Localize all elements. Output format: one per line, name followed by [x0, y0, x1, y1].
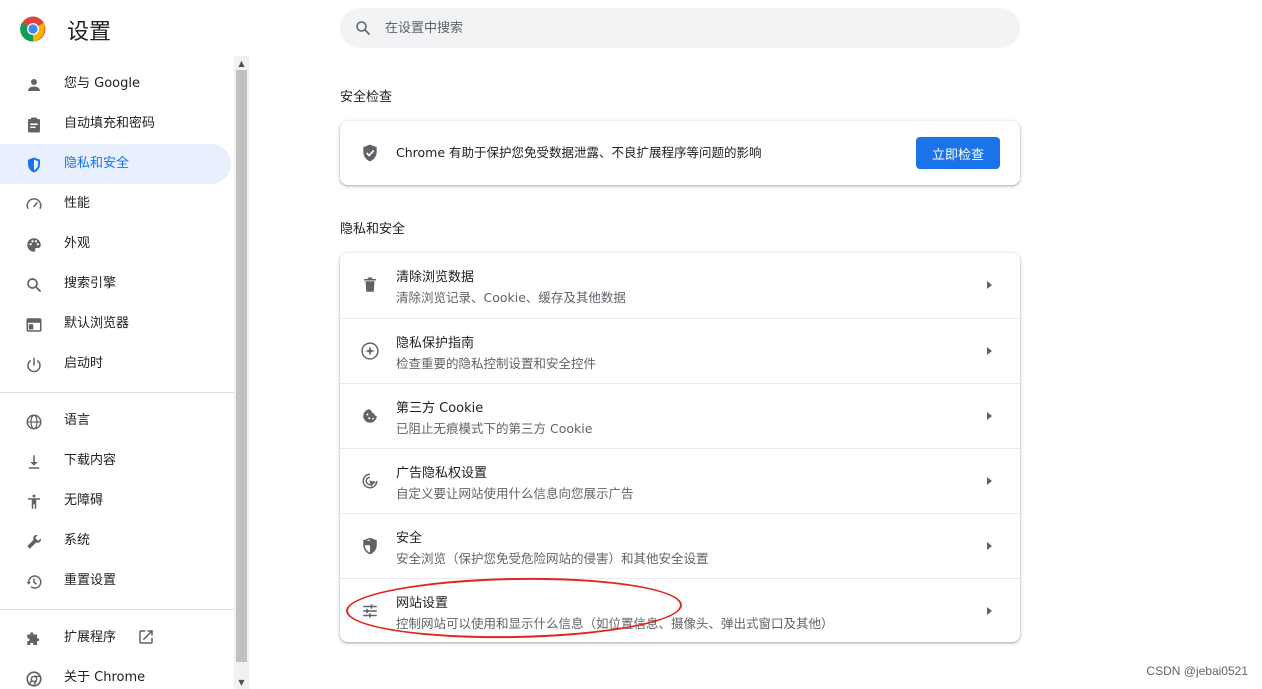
- row-third-party-cookies[interactable]: 第三方 Cookie 已阻止无痕模式下的第三方 Cookie: [340, 383, 1020, 448]
- row-title: 清除浏览数据: [396, 270, 475, 285]
- row-subtitle: 安全浏览（保护您免受危险网站的侵害）和其他安全设置: [396, 551, 709, 566]
- privacy-card: 清除浏览数据 清除浏览记录、Cookie、缓存及其他数据 隐私保护指南 检查重要…: [340, 253, 1020, 642]
- sidebar-item-system[interactable]: 系统: [0, 521, 231, 561]
- row-subtitle: 已阻止无痕模式下的第三方 Cookie: [396, 421, 593, 436]
- sidebar-item-label: 扩展程序: [64, 630, 117, 645]
- chevron-right-icon: [987, 281, 992, 289]
- scroll-thumb[interactable]: [236, 70, 247, 662]
- clipboard-icon: [24, 115, 44, 135]
- row-title: 安全: [396, 531, 423, 546]
- sidebar-item-label: 性能: [64, 196, 91, 211]
- chevron-right-icon: [987, 347, 992, 355]
- compass-icon: [360, 341, 380, 361]
- sidebar-scrollbar[interactable]: ▲ ▼: [234, 56, 249, 689]
- chevron-right-icon: [987, 477, 992, 485]
- cookie-icon: [360, 406, 380, 426]
- wrench-icon: [24, 532, 44, 552]
- scroll-up-arrow-icon[interactable]: ▲: [234, 56, 249, 70]
- safety-check-text: Chrome 有助于保护您免受数据泄露、不良扩展程序等问题的影响: [396, 145, 762, 160]
- sidebar-item-on-startup[interactable]: 启动时: [0, 344, 231, 384]
- row-ad-privacy[interactable]: 广告隐私权设置 自定义要让网站使用什么信息向您展示广告: [340, 448, 1020, 513]
- scroll-down-arrow-icon[interactable]: ▼: [234, 675, 249, 689]
- ad-privacy-icon: [360, 471, 380, 491]
- sidebar-item-privacy[interactable]: 隐私和安全: [0, 144, 231, 184]
- sidebar-item-extensions[interactable]: 扩展程序: [0, 618, 231, 658]
- security-shield-icon: [360, 536, 380, 556]
- row-subtitle: 清除浏览记录、Cookie、缓存及其他数据: [396, 290, 626, 305]
- accessibility-icon: [24, 492, 44, 512]
- sidebar: 您与 Google 自动填充和密码 隐私和安全 性能 外观 搜索引擎 默认浏览器…: [0, 60, 234, 689]
- sidebar-item-label: 您与 Google: [64, 76, 140, 91]
- sidebar-item-label: 隐私和安全: [64, 156, 130, 171]
- sidebar-item-label: 语言: [64, 413, 91, 428]
- sidebar-item-performance[interactable]: 性能: [0, 184, 231, 224]
- browser-icon: [24, 315, 44, 335]
- sidebar-item-autofill[interactable]: 自动填充和密码: [0, 104, 231, 144]
- sidebar-item-reset[interactable]: 重置设置: [0, 561, 231, 601]
- row-security[interactable]: 安全 安全浏览（保护您免受危险网站的侵害）和其他安全设置: [340, 513, 1020, 578]
- palette-icon: [24, 235, 44, 255]
- row-title: 网站设置: [396, 596, 449, 611]
- sidebar-item-you-and-google[interactable]: 您与 Google: [0, 64, 231, 104]
- safety-check-heading: 安全检查: [340, 90, 393, 105]
- sidebar-item-default-browser[interactable]: 默认浏览器: [0, 304, 231, 344]
- sidebar-divider: [0, 609, 234, 610]
- sidebar-item-accessibility[interactable]: 无障碍: [0, 481, 231, 521]
- row-subtitle: 控制网站可以使用和显示什么信息（如位置信息、摄像头、弹出式窗口及其他）: [396, 616, 834, 631]
- row-privacy-guide[interactable]: 隐私保护指南 检查重要的隐私控制设置和安全控件: [340, 318, 1020, 383]
- shield-icon: [24, 155, 44, 175]
- sidebar-item-label: 重置设置: [64, 573, 117, 588]
- restore-icon: [24, 572, 44, 592]
- chrome-logo-icon: [20, 16, 46, 42]
- sidebar-item-label: 默认浏览器: [64, 316, 130, 331]
- search-input[interactable]: [385, 8, 985, 48]
- row-subtitle: 自定义要让网站使用什么信息向您展示广告: [396, 486, 634, 501]
- sidebar-item-label: 外观: [64, 236, 91, 251]
- search-icon: [356, 21, 370, 35]
- puzzle-icon: [24, 629, 44, 649]
- power-icon: [24, 355, 44, 375]
- sidebar-item-search-engine[interactable]: 搜索引擎: [0, 264, 231, 304]
- sidebar-item-label: 自动填充和密码: [64, 116, 156, 131]
- chevron-right-icon: [987, 542, 992, 550]
- page-title: 设置: [67, 20, 112, 45]
- tune-icon: [360, 601, 380, 621]
- sidebar-item-downloads[interactable]: 下载内容: [0, 441, 231, 481]
- privacy-heading: 隐私和安全: [340, 222, 406, 237]
- sidebar-item-languages[interactable]: 语言: [0, 401, 231, 441]
- download-icon: [24, 452, 44, 472]
- sidebar-item-appearance[interactable]: 外观: [0, 224, 231, 264]
- chevron-right-icon: [987, 607, 992, 615]
- chrome-icon: [24, 669, 44, 689]
- sidebar-item-label: 无障碍: [64, 493, 104, 508]
- chevron-right-icon: [987, 412, 992, 420]
- search-icon: [24, 275, 44, 295]
- sidebar-item-label: 下载内容: [64, 453, 117, 468]
- safety-check-card: Chrome 有助于保护您免受数据泄露、不良扩展程序等问题的影响 立即检查: [340, 121, 1020, 185]
- sidebar-item-label: 系统: [64, 533, 91, 548]
- row-clear-browsing-data[interactable]: 清除浏览数据 清除浏览记录、Cookie、缓存及其他数据: [340, 253, 1020, 318]
- trash-icon: [360, 275, 380, 295]
- search-box[interactable]: [340, 8, 1020, 48]
- person-icon: [24, 75, 44, 95]
- sidebar-item-label: 启动时: [64, 356, 104, 371]
- row-title: 第三方 Cookie: [396, 401, 484, 416]
- row-title: 隐私保护指南: [396, 336, 475, 351]
- check-now-button[interactable]: 立即检查: [916, 137, 1000, 169]
- speedometer-icon: [24, 195, 44, 215]
- shield-check-icon: [363, 144, 377, 162]
- watermark: CSDN @jebai0521: [1146, 664, 1248, 678]
- header: 设置: [0, 0, 1262, 60]
- sidebar-item-about-chrome[interactable]: 关于 Chrome: [0, 658, 231, 689]
- sidebar-divider: [0, 392, 234, 393]
- row-subtitle: 检查重要的隐私控制设置和安全控件: [396, 356, 597, 371]
- row-title: 广告隐私权设置: [396, 466, 488, 481]
- globe-icon: [24, 412, 44, 432]
- open-in-new-icon: [139, 630, 153, 644]
- sidebar-item-label: 搜索引擎: [64, 276, 117, 291]
- sidebar-item-label: 关于 Chrome: [64, 670, 146, 685]
- row-site-settings[interactable]: 网站设置 控制网站可以使用和显示什么信息（如位置信息、摄像头、弹出式窗口及其他）: [340, 578, 1020, 643]
- safety-check-row: Chrome 有助于保护您免受数据泄露、不良扩展程序等问题的影响 立即检查: [340, 121, 1020, 185]
